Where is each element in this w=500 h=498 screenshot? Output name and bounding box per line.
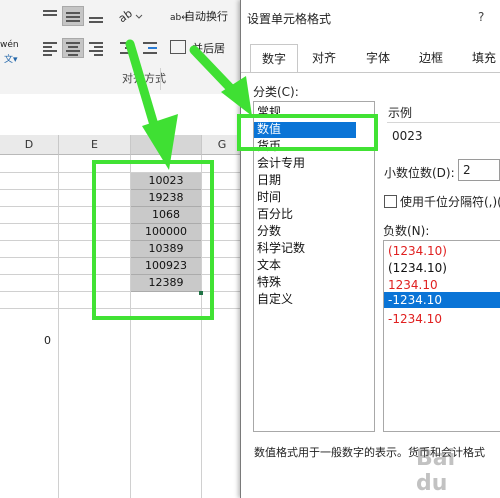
- green-arrow-icon: [189, 45, 252, 116]
- green-arrow-icon: [125, 39, 178, 170]
- arrow-overlay: [125, 39, 252, 170]
- watermark-logo: Bai du: [416, 446, 456, 496]
